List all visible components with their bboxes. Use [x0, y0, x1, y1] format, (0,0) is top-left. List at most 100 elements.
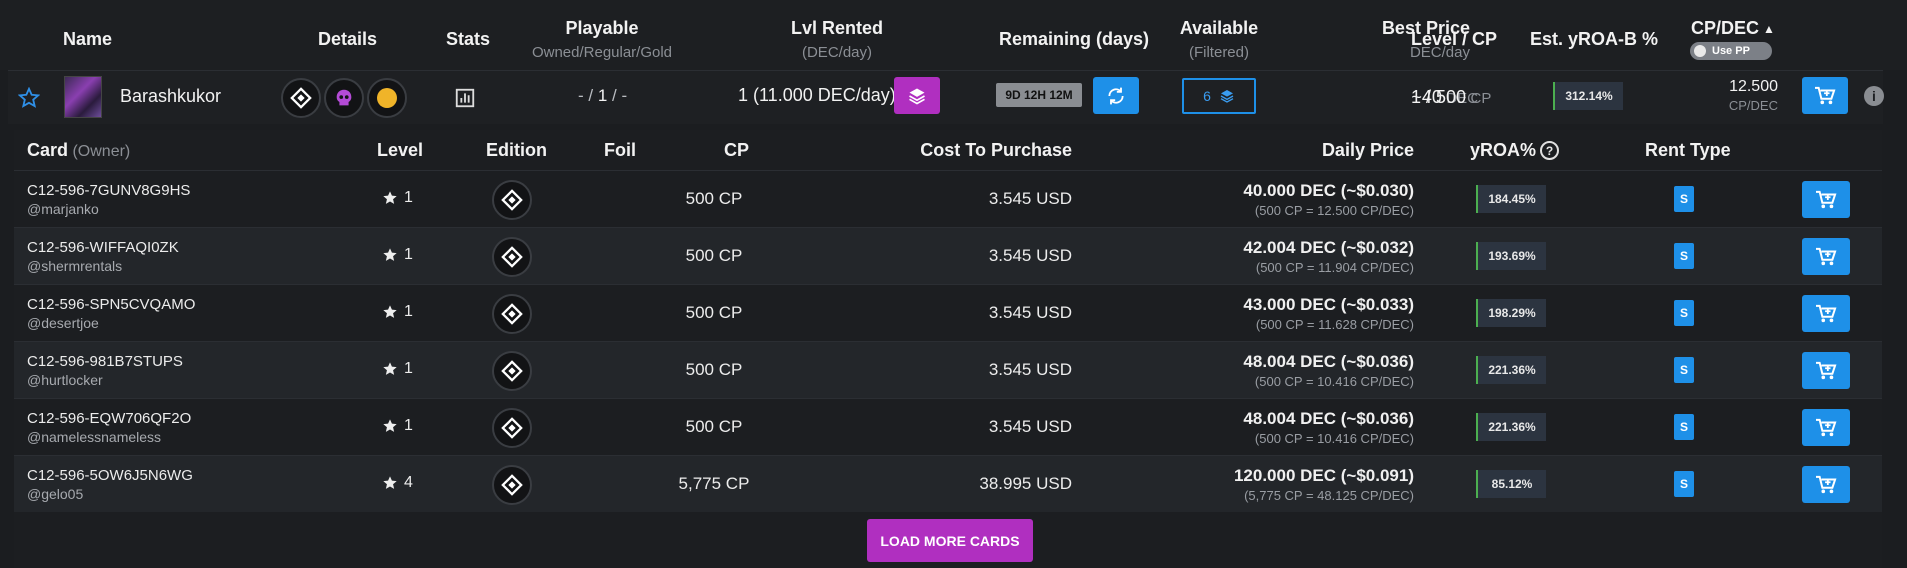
row-cost: 3.545 USD [988, 303, 1072, 322]
card-portrait-image[interactable] [64, 76, 102, 118]
refresh-button[interactable] [1093, 77, 1139, 114]
col-rent-type[interactable]: Rent Type [1645, 140, 1731, 161]
toggle-knob [1694, 45, 1706, 57]
gold-coin-icon [367, 78, 407, 118]
row-level-value: 4 [404, 474, 413, 491]
row-price-ratio: (500 CP = 11.628 CP/DEC) [1255, 317, 1414, 332]
header-lvl-rented-sub: (DEC/day) [801, 44, 872, 61]
edition-icon [492, 180, 532, 220]
buy-button[interactable] [1802, 295, 1850, 332]
header-available[interactable]: Available [1149, 18, 1289, 39]
remaining-badge: 9D 12H 12M [996, 83, 1082, 107]
lvl-rented-value: 1 (11.000 DEC/day) [738, 85, 896, 105]
header-level-cp[interactable]: Level / CP [1411, 29, 1497, 50]
card-id[interactable]: C12-596-7GUNV8G9HS [27, 182, 190, 199]
row-price-ratio: (500 CP = 10.416 CP/DEC) [1254, 374, 1414, 389]
rent-type-badge[interactable]: S [1674, 243, 1694, 269]
header-lvl-rented[interactable]: Lvl Rented [737, 18, 937, 39]
col-daily-price[interactable]: Daily Price [1114, 140, 1414, 161]
use-pp-toggle[interactable]: Use PP [1690, 42, 1772, 60]
buy-button[interactable] [1802, 77, 1848, 114]
row-cp: 5,775 CP [678, 474, 750, 493]
card-name[interactable]: Barashkukor [120, 86, 221, 107]
row-cost: 3.545 USD [988, 246, 1072, 265]
row-yroa-badge: 198.29% [1476, 299, 1546, 327]
header-remaining[interactable]: Remaining (days) [999, 29, 1149, 50]
row-cost: 3.545 USD [988, 417, 1072, 436]
buy-button[interactable] [1802, 466, 1850, 503]
stats-chart-icon[interactable] [454, 87, 476, 114]
row-yroa-badge: 193.69% [1476, 242, 1546, 270]
help-icon[interactable]: ? [1540, 141, 1560, 160]
owner-name[interactable]: @hurtlocker [27, 372, 103, 388]
owner-name[interactable]: @gelo05 [27, 486, 83, 502]
buy-button[interactable] [1802, 352, 1850, 389]
row-cp: 500 CP [685, 189, 743, 208]
star-icon[interactable] [17, 86, 41, 114]
available-button[interactable]: 6 [1182, 78, 1256, 114]
rent-type-badge[interactable]: S [1674, 186, 1694, 212]
owner-name[interactable]: @namelessnameless [27, 429, 161, 445]
col-cp[interactable]: CP [724, 140, 749, 161]
buy-button[interactable] [1802, 409, 1850, 446]
col-level[interactable]: Level [377, 140, 423, 161]
use-pp-label: Use PP [1712, 45, 1750, 57]
owner-name[interactable]: @shermrentals [27, 258, 122, 274]
col-foil[interactable]: Foil [604, 140, 636, 161]
load-more-button[interactable]: LOAD MORE CARDS [867, 519, 1033, 562]
card-id[interactable]: C12-596-EQW706QF2O [27, 410, 191, 427]
row-price-ratio: (500 CP = 12.500 CP/DEC) [1254, 203, 1414, 218]
table-header-bar: Name Details Stats Playable Owned/Regula… [0, 0, 1907, 70]
cart-plus-icon [1816, 475, 1837, 493]
row-cp: 500 CP [685, 360, 743, 379]
star-icon [383, 248, 397, 261]
est-yroa-badge: 312.14% [1553, 82, 1623, 110]
header-playable-sub: Owned/Regular/Gold [531, 44, 673, 61]
owner-name[interactable]: @marjanko [27, 201, 99, 217]
cart-plus-icon [1816, 304, 1837, 322]
card-id[interactable]: C12-596-SPN5CVQAMO [27, 296, 195, 313]
available-count: 6 [1203, 88, 1211, 104]
header-playable[interactable]: Playable [502, 18, 702, 39]
star-icon [383, 305, 397, 318]
header-name[interactable]: Name [63, 29, 112, 50]
header-est-yroa[interactable]: Est. yROA-B % [1530, 29, 1658, 50]
star-icon [383, 476, 397, 489]
rent-type-badge[interactable]: S [1674, 300, 1694, 326]
row-cost: 38.995 USD [979, 474, 1072, 493]
row-cost: 3.545 USD [988, 360, 1072, 379]
card-listings-panel: Card (Owner) Level Edition Foil CP Cost … [14, 130, 1882, 568]
level-cp-amount: 1 / 500 [1411, 87, 1467, 107]
rent-type-badge[interactable]: S [1674, 357, 1694, 383]
row-daily-price: 42.004 DEC (~$0.032) [1243, 238, 1414, 257]
card-id[interactable]: C12-596-WIFFAQI0ZK [27, 239, 179, 256]
card-id[interactable]: C12-596-981B7STUPS [27, 353, 183, 370]
rent-type-badge[interactable]: S [1674, 471, 1694, 497]
buy-button[interactable] [1802, 238, 1850, 275]
row-price-ratio: (5,775 CP = 48.125 CP/DEC) [1244, 488, 1414, 503]
layers-button[interactable] [894, 77, 940, 114]
listings-header: Card (Owner) Level Edition Foil CP Cost … [14, 130, 1882, 170]
info-icon[interactable]: i [1864, 86, 1884, 106]
playable-gold: / - [612, 86, 628, 105]
col-cost[interactable]: Cost To Purchase [874, 140, 1072, 161]
col-yroa[interactable]: yROA% ? [1470, 140, 1560, 161]
row-yroa-badge: 221.36% [1476, 356, 1546, 384]
cart-plus-icon [1816, 190, 1837, 208]
buy-button[interactable] [1802, 181, 1850, 218]
card-summary-row: Barashkukor - / 1 / - 1 (11.000 DEC/day)… [8, 70, 1884, 124]
star-icon [383, 191, 397, 204]
card-id[interactable]: C12-596-5OW6J5N6WG [27, 467, 193, 484]
col-edition[interactable]: Edition [486, 140, 547, 161]
owner-name[interactable]: @desertjoe [27, 315, 99, 331]
row-cp: 500 CP [685, 303, 743, 322]
row-price-ratio: (500 CP = 10.416 CP/DEC) [1254, 431, 1414, 446]
header-cp-dec[interactable]: CP/DEC ▲ [1691, 18, 1775, 39]
cart-plus-icon [1816, 418, 1837, 436]
row-level-value: 1 [404, 360, 413, 377]
rent-type-badge[interactable]: S [1674, 414, 1694, 440]
row-cp: 500 CP [685, 417, 743, 436]
row-price-ratio: (500 CP = 11.904 CP/DEC) [1255, 260, 1414, 275]
col-card[interactable]: Card (Owner) [27, 140, 130, 161]
edition-icon [492, 408, 532, 448]
